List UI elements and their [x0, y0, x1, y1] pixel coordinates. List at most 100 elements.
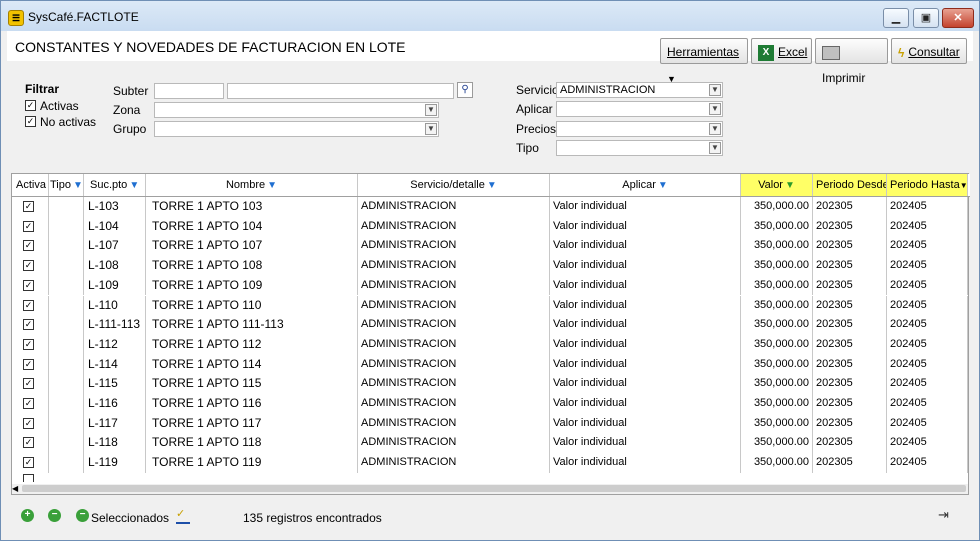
col-aplicar[interactable]: Aplicar ▼ [550, 174, 741, 196]
seleccionados-label[interactable]: Seleccionados [91, 511, 169, 525]
servicio-cell: ADMINISTRACION [358, 275, 550, 296]
table-row[interactable]: ✓ L-116 TORRE 1 APTO 116 ADMINISTRACION Valo… [12, 394, 970, 414]
aplicar-cell: Valor individual [550, 315, 741, 335]
activa-checkbox[interactable]: ✓ [23, 338, 34, 350]
periodo-desde-cell: 202305 [813, 256, 887, 276]
precios-select[interactable]: ▼ [556, 121, 723, 137]
col-nombre[interactable]: Nombre ▼ [146, 174, 358, 196]
subter-name-input[interactable] [227, 83, 454, 99]
subter-code-input[interactable] [154, 83, 224, 99]
edit-check-icon[interactable]: ✓ [176, 508, 190, 524]
minimize-button[interactable]: ▁ [883, 8, 909, 28]
table-row[interactable]: ✓ L-107 TORRE 1 APTO 107 ADMINISTRACION Valo… [12, 236, 970, 257]
valor-cell: 350,000.00 [741, 197, 813, 217]
valor-cell: 350,000.00 [741, 275, 813, 296]
tipo-select[interactable]: ▼ [556, 140, 723, 156]
aplicar-cell: Valor individual [550, 256, 741, 276]
table-row[interactable]: ✓ L-117 TORRE 1 APTO 117 ADMINISTRACION Valo… [12, 413, 970, 434]
grupo-select[interactable]: ▼ [154, 121, 439, 137]
aplicar-cell: Valor individual [550, 354, 741, 375]
activa-checkbox[interactable]: ✓ [23, 220, 34, 232]
chevron-down-icon[interactable]: ▼ [425, 104, 437, 116]
herramientas-button[interactable]: Herramientas ▼ [660, 38, 748, 84]
activas-checkbox[interactable]: ✓ [25, 100, 36, 111]
activa-checkbox[interactable]: ✓ [23, 260, 34, 272]
suc-pto-cell: L-107 [84, 236, 146, 257]
periodo-desde-cell: 202305 [813, 413, 887, 434]
lightning-icon: ϟ [898, 45, 905, 60]
imprimir-button[interactable]: Imprimir [815, 38, 888, 85]
suc-pto-cell: L-110 [84, 295, 146, 316]
tipo-cell [49, 413, 84, 434]
table-row[interactable]: ✓ L-118 TORRE 1 APTO 118 ADMINISTRACION Valo… [12, 433, 970, 454]
activa-checkbox[interactable]: ✓ [23, 358, 34, 370]
partial-row-checkbox[interactable] [23, 474, 34, 482]
activa-checkbox[interactable]: ✓ [23, 240, 34, 252]
table-row[interactable]: ✓ L-109 TORRE 1 APTO 109 ADMINISTRACION Valo… [12, 275, 970, 296]
selected-icon[interactable]: − [76, 509, 89, 522]
activa-checkbox[interactable]: ✓ [23, 378, 34, 390]
binoculars-search-icon[interactable]: ⚲ [457, 82, 473, 98]
table-row[interactable]: ✓ L-115 TORRE 1 APTO 115 ADMINISTRACION Valo… [12, 374, 970, 394]
nombre-cell: TORRE 1 APTO 118 [146, 433, 358, 454]
col-periodo-desde[interactable]: Periodo Desde [813, 174, 887, 196]
servicio-select[interactable]: ADMINISTRACION ▼ [556, 82, 723, 98]
col-hasta-label: Periodo Hasta [890, 179, 960, 191]
col-tipo[interactable]: Tipo ▼ [49, 174, 84, 196]
servicio-cell: ADMINISTRACION [358, 295, 550, 316]
scrollbar-thumb[interactable] [22, 485, 966, 492]
activa-checkbox[interactable]: ✓ [23, 299, 34, 311]
chevron-down-icon[interactable]: ▼ [709, 123, 721, 135]
col-servicio[interactable]: Servicio/detalle ▼ [358, 174, 550, 196]
valor-cell: 350,000.00 [741, 433, 813, 454]
table-row[interactable]: ✓ L-110 TORRE 1 APTO 110 ADMINISTRACION Valo… [12, 295, 970, 316]
zona-select[interactable]: ▼ [154, 102, 439, 118]
table-row[interactable]: ✓ L-112 TORRE 1 APTO 112 ADMINISTRACION Valo… [12, 334, 970, 355]
consultar-button[interactable]: ϟ Consultar [891, 38, 967, 64]
aplicar-select[interactable]: ▼ [556, 101, 723, 117]
aplicar-cell: Valor individual [550, 197, 741, 217]
herramientas-label: Herramientas [667, 45, 740, 59]
no-activas-checkbox[interactable]: ✓ [25, 116, 36, 127]
scroll-left-icon[interactable]: ◀ [12, 484, 20, 494]
table-row[interactable]: ✓ L-119 TORRE 1 APTO 119 ADMINISTRACION Valo… [12, 453, 970, 473]
table-row[interactable]: ✓ L-108 TORRE 1 APTO 108 ADMINISTRACION Valo… [12, 256, 970, 276]
col-activa[interactable]: Activa [12, 174, 49, 196]
col-nombre-label: Nombre [225, 179, 266, 191]
activa-checkbox[interactable]: ✓ [23, 398, 34, 409]
col-periodo-hasta[interactable]: Periodo Hasta▼ [887, 174, 968, 196]
periodo-hasta-cell: 202405 [887, 315, 968, 335]
servicio-value: ADMINISTRACION [560, 84, 656, 96]
data-grid[interactable]: Activa Tipo ▼ Suc.pto ▼ Nombre ▼ Servicio/d… [11, 173, 970, 495]
activa-checkbox[interactable]: ✓ [23, 417, 34, 429]
activa-checkbox[interactable]: ✓ [23, 319, 34, 331]
chevron-down-icon[interactable]: ▼ [709, 84, 721, 96]
valor-cell: 350,000.00 [741, 295, 813, 316]
activa-checkbox[interactable]: ✓ [23, 279, 34, 291]
horizontal-scrollbar[interactable]: ◀ [12, 484, 968, 494]
precios-label: Precios [516, 122, 557, 136]
activa-checkbox[interactable]: ✓ [23, 201, 34, 212]
col-valor[interactable]: Valor ▼ [741, 174, 813, 196]
maximize-button[interactable]: ▣ [913, 8, 939, 28]
exit-door-icon[interactable]: ⇥ [938, 507, 954, 523]
tipo-cell [49, 197, 84, 217]
nombre-cell: TORRE 1 APTO 115 [146, 374, 358, 394]
add-icon[interactable]: + [21, 509, 34, 522]
chevron-down-icon[interactable]: ▼ [709, 103, 721, 115]
col-suc-pto[interactable]: Suc.pto ▼ [84, 174, 146, 196]
close-button[interactable]: ✕ [942, 8, 974, 28]
table-row[interactable]: ✓ L-103 TORRE 1 APTO 103 ADMINISTRACION Valo… [12, 197, 970, 217]
table-row[interactable]: ✓ L-104 TORRE 1 APTO 104 ADMINISTRACION Valo… [12, 216, 970, 237]
periodo-hasta-cell: 202405 [887, 354, 968, 375]
remove-icon[interactable]: − [48, 509, 61, 522]
activa-checkbox[interactable]: ✓ [23, 457, 34, 469]
activa-checkbox[interactable]: ✓ [23, 437, 34, 449]
table-row[interactable]: ✓ L-111-113 TORRE 1 APTO 111-113 ADMINISTRA… [12, 315, 970, 335]
periodo-hasta-cell: 202405 [887, 394, 968, 414]
chevron-down-icon[interactable]: ▼ [709, 142, 721, 154]
chevron-down-icon[interactable]: ▼ [425, 123, 437, 135]
table-row[interactable]: ✓ L-114 TORRE 1 APTO 114 ADMINISTRACION Valo… [12, 354, 970, 375]
tipo-cell [49, 334, 84, 355]
excel-button[interactable]: X Excel [751, 38, 812, 64]
